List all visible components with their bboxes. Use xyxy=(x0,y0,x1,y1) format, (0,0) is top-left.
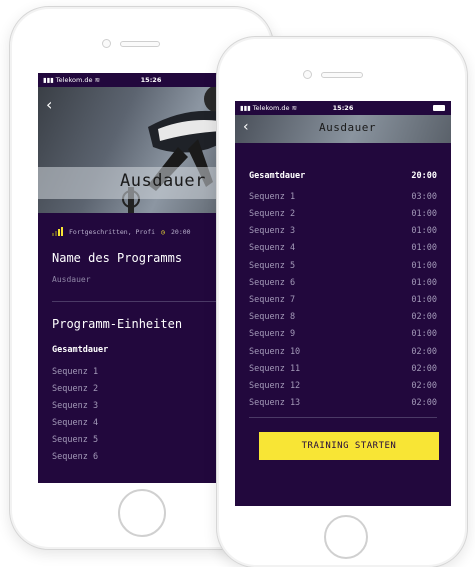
home-button[interactable] xyxy=(118,489,166,537)
total-row: Gesamtdauer 20:00 xyxy=(249,171,437,188)
list-item: Sequenz 2 01:00 xyxy=(249,209,437,219)
back-button[interactable]: ‹ xyxy=(243,119,249,135)
speaker-grille xyxy=(120,41,160,47)
total-value: 20:00 xyxy=(411,171,437,181)
list-item: Sequenz 11 02:00 xyxy=(249,364,437,374)
list-item: Sequenz 12 02:00 xyxy=(249,381,437,391)
back-button[interactable]: ‹ xyxy=(46,95,52,114)
clock-icon: ◷ xyxy=(161,227,166,236)
duration-label: 20:00 xyxy=(171,227,191,236)
battery-icon xyxy=(433,105,445,111)
speaker-grille xyxy=(321,72,363,78)
program-title: Ausdauer xyxy=(319,121,376,134)
clock-time: 15:26 xyxy=(140,76,162,84)
program-meta: Fortgeschritten, Profi ◷ 20:00 xyxy=(52,227,191,236)
collapsed-header: ‹ Ausdauer xyxy=(235,115,451,143)
wifi-icon: ≋ xyxy=(291,104,298,112)
list-item: Sequenz 4 01:00 xyxy=(249,243,437,253)
front-camera xyxy=(303,70,312,79)
home-button[interactable] xyxy=(324,515,368,559)
status-bar: ▮▮▮ Telekom.de ≋ 15:26 xyxy=(235,101,451,115)
clock-time: 15:26 xyxy=(332,104,354,112)
start-training-button[interactable]: TRAINING STARTEN xyxy=(259,432,439,460)
list-item: Sequenz 3 01:00 xyxy=(249,226,437,236)
level-label: Fortgeschritten, Profi xyxy=(69,227,156,236)
list-item: Sequenz 5 01:00 xyxy=(249,261,437,271)
divider xyxy=(249,417,437,418)
list-item: Sequenz 8 02:00 xyxy=(249,312,437,322)
carrier-label: ▮▮▮ Telekom.de ≋ xyxy=(240,104,298,112)
program-name-value: Ausdauer xyxy=(52,275,91,284)
list-item: Sequenz 13 02:00 xyxy=(249,398,437,408)
list-item: Sequenz 10 02:00 xyxy=(249,347,437,357)
carrier-label: ▮▮▮ Telekom.de ≋ xyxy=(43,76,101,84)
phone-front: ▮▮▮ Telekom.de ≋ 15:26 ‹ Ausdauer Gesamt… xyxy=(216,36,468,567)
total-label: Gesamtdauer xyxy=(52,345,109,355)
program-units-screen: ▮▮▮ Telekom.de ≋ 15:26 ‹ Ausdauer Gesamt… xyxy=(235,101,451,506)
signal-bars-icon xyxy=(52,227,63,236)
front-camera xyxy=(102,39,111,48)
list-item: Sequenz 6 01:00 xyxy=(249,278,437,288)
wifi-icon: ≋ xyxy=(94,76,101,84)
list-item: Sequenz 1 03:00 xyxy=(249,192,437,202)
list-item: Sequenz 7 01:00 xyxy=(249,295,437,305)
program-title: Ausdauer xyxy=(120,171,206,191)
status-bar: ▮▮▮ Telekom.de ≋ 15:26 xyxy=(38,73,264,87)
program-name-heading: Name des Programms xyxy=(52,251,183,265)
total-label: Gesamtdauer xyxy=(249,171,306,181)
program-units-heading: Programm-Einheiten xyxy=(52,317,183,331)
list-item: Sequenz 9 01:00 xyxy=(249,329,437,339)
